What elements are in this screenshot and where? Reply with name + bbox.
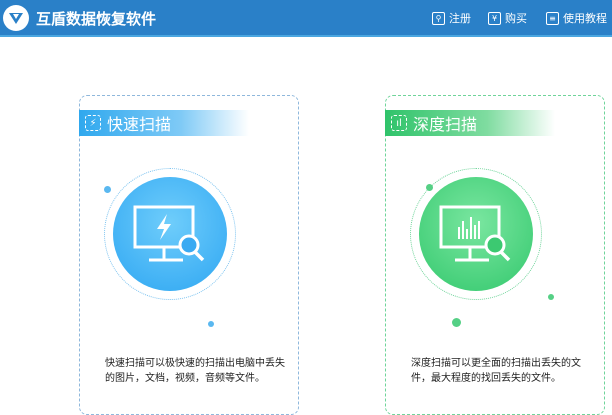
quick-scan-title: 快速扫描 <box>107 115 172 134</box>
deep-scan-banner: ıl 深度扫描 <box>385 110 555 136</box>
buy-label: 购买 <box>505 12 527 25</box>
yen-icon: ¥ <box>488 11 501 25</box>
decorative-dot <box>104 186 111 193</box>
decorative-dot <box>208 321 214 327</box>
quick-scan-description: 快速扫描可以极快速的扫描出电脑中丢失的图片，文档，视频，音频等文件。 <box>105 358 285 384</box>
app-logo-icon <box>3 5 29 31</box>
app-header: 互盾数据恢复软件 ⚲ 注册 ¥ 购买 ≡ 使用教程 <box>0 0 612 37</box>
deep-scan-card[interactable]: ıl 深度扫描 深度扫描可以更全面的扫描出丢失的文件，最大程度的找回丢失的文件。 <box>385 95 605 415</box>
decorative-dot <box>452 318 461 327</box>
lightning-icon: ⚡ <box>85 115 101 131</box>
register-label: 注册 <box>449 12 471 25</box>
tutorial-label: 使用教程 <box>563 12 607 25</box>
deep-scan-title: 深度扫描 <box>413 115 478 134</box>
document-icon: ≡ <box>546 11 559 25</box>
monitor-chart-icon <box>439 205 511 262</box>
register-button[interactable]: ⚲ 注册 <box>432 10 471 26</box>
quick-scan-button[interactable] <box>113 177 227 291</box>
monitor-lightning-icon <box>133 205 205 262</box>
tutorial-button[interactable]: ≡ 使用教程 <box>546 10 607 26</box>
buy-button[interactable]: ¥ 购买 <box>488 10 527 26</box>
deep-scan-description: 深度扫描可以更全面的扫描出丢失的文件，最大程度的找回丢失的文件。 <box>411 358 581 384</box>
deep-scan-button[interactable] <box>419 177 533 291</box>
quick-scan-card[interactable]: ⚡ 快速扫描 快速扫描可以极快速的扫描出电脑中丢失的图片，文档，视频，音频等文件… <box>79 95 299 415</box>
decorative-dot <box>548 294 554 300</box>
app-title: 互盾数据恢复软件 <box>36 10 157 28</box>
key-icon: ⚲ <box>432 11 445 25</box>
quick-scan-banner: ⚡ 快速扫描 <box>79 110 249 136</box>
chart-icon: ıl <box>391 115 407 131</box>
